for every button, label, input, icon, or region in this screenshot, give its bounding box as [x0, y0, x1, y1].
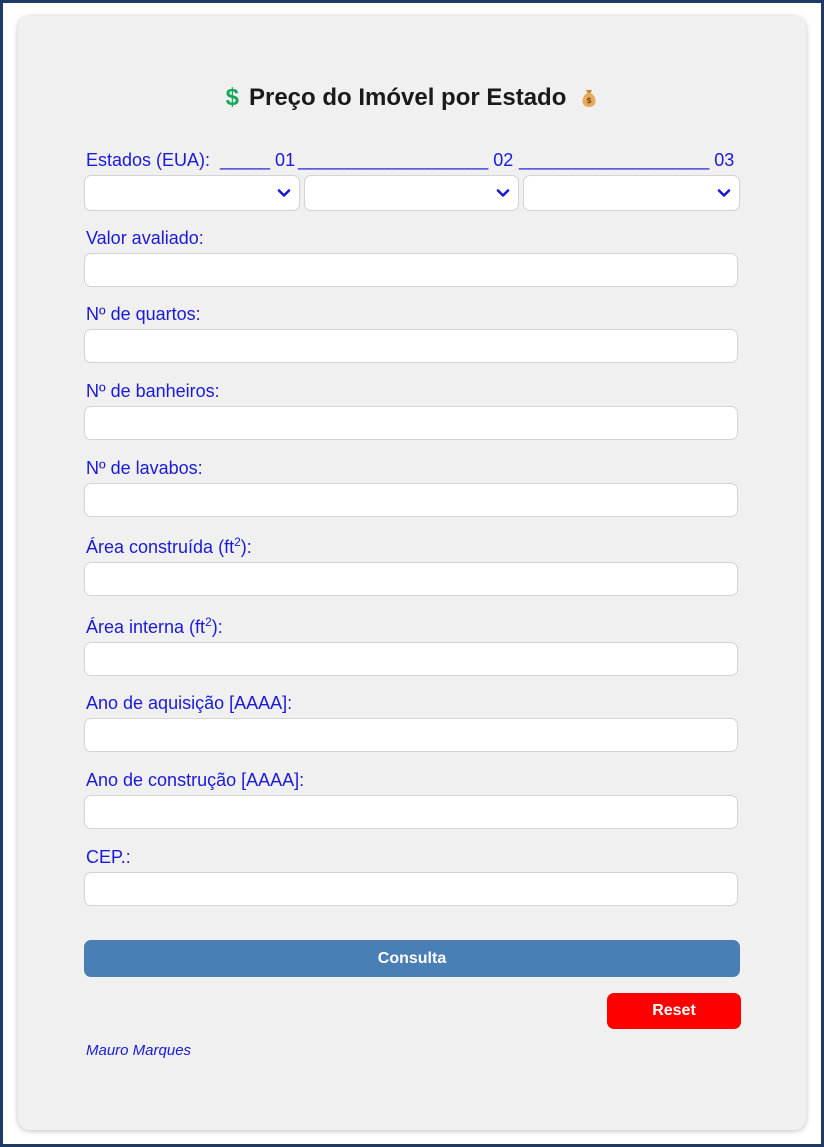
reset-button[interactable]: Reset	[607, 993, 741, 1029]
lavabos-label: Nº de lavabos:	[86, 458, 203, 478]
author-credit: Mauro Marques	[86, 1042, 192, 1059]
quartos-input[interactable]	[84, 329, 738, 363]
states-label-01: _____ 01	[220, 150, 296, 170]
money-bag-icon: $	[578, 87, 598, 107]
chevron-down-icon	[717, 189, 731, 197]
ano-aquisicao-input[interactable]	[84, 718, 738, 752]
area-construida-label-sup: 2	[234, 535, 241, 549]
states-label-02: ___________________ 02	[298, 150, 514, 170]
ano-aquisicao-label: Ano de aquisição [AAAA]:	[86, 693, 293, 713]
valor-avaliado-label: Valor avaliado:	[86, 228, 204, 248]
svg-text:$: $	[587, 96, 593, 105]
state-select-03[interactable]	[523, 175, 740, 211]
valor-avaliado-input[interactable]	[84, 253, 738, 287]
cep-label: CEP.:	[86, 847, 131, 867]
ano-construcao-input[interactable]	[84, 795, 738, 829]
area-construida-label-end: ):	[240, 537, 252, 557]
area-interna-label: Área interna (ft2):	[86, 615, 223, 638]
area-construida-label: Área construída (ft2):	[86, 535, 252, 558]
area-construida-label-text: Área construída (ft	[86, 537, 235, 557]
page-title: $ Preço do Imóvel por Estado $	[0, 84, 824, 112]
chevron-down-icon	[496, 189, 510, 197]
area-interna-label-sup: 2	[205, 615, 212, 629]
states-label-text: Estados (EUA):	[86, 150, 211, 170]
area-interna-label-end: ):	[211, 617, 223, 637]
area-interna-label-text: Área interna (ft	[86, 617, 206, 637]
banheiros-input[interactable]	[84, 406, 738, 440]
consulta-button[interactable]: Consulta	[84, 940, 740, 977]
quartos-label: Nº de quartos:	[86, 304, 201, 324]
ano-construcao-label: Ano de construção [AAAA]:	[86, 770, 305, 790]
page-title-text: Preço do Imóvel por Estado	[248, 84, 567, 111]
area-interna-input[interactable]	[84, 642, 738, 676]
chevron-down-icon	[277, 189, 291, 197]
area-construida-input[interactable]	[84, 562, 738, 596]
banheiros-label: Nº de banheiros:	[86, 381, 220, 401]
state-select-01[interactable]	[84, 175, 300, 211]
cep-input[interactable]	[84, 872, 738, 906]
state-select-02[interactable]	[304, 175, 519, 211]
dollar-icon: $	[225, 84, 239, 111]
lavabos-input[interactable]	[84, 483, 738, 517]
states-label-03: ___________________ 03	[519, 150, 735, 170]
